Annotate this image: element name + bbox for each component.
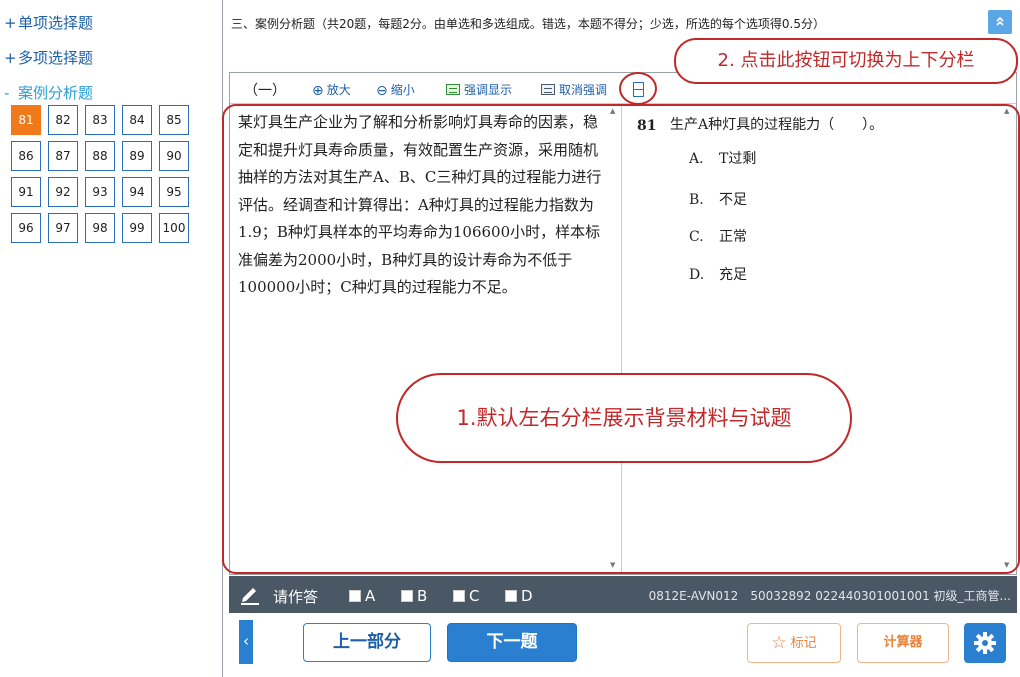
calculator-button[interactable]: 计算器 xyxy=(857,623,949,663)
pen-icon xyxy=(241,588,259,605)
question-number-button[interactable]: 94 xyxy=(122,177,152,207)
question-number-button[interactable]: 93 xyxy=(85,177,115,207)
section-instructions: 三、案例分析题（共20题，每题2分。由单选和多选组成。错选，本题不得分；少选，所… xyxy=(231,17,825,31)
question-number-button[interactable]: 87 xyxy=(48,141,78,171)
previous-section-button[interactable]: 上一部分 xyxy=(303,623,431,662)
question-number-button[interactable]: 99 xyxy=(122,213,152,243)
question-number-button[interactable]: 86 xyxy=(11,141,41,171)
question-number-button[interactable]: 81 xyxy=(11,105,41,135)
question-number-button[interactable]: 84 xyxy=(122,105,152,135)
default-layout-callout: 1.默认左右分栏展示背景材料与试题 xyxy=(396,373,852,463)
answer-checkbox-a[interactable]: A xyxy=(349,587,375,605)
group-label: （一） xyxy=(244,83,286,99)
chevron-left-icon[interactable]: ‹ xyxy=(239,620,253,664)
mark-button[interactable]: ☆ 标记 xyxy=(747,623,841,663)
next-question-button[interactable]: 下一题 xyxy=(447,623,577,662)
split-view-highlight-frame xyxy=(222,104,1020,574)
zoom-in-button[interactable]: ⊕ 放大 xyxy=(312,81,351,99)
unhighlight-button[interactable]: 取消强调 xyxy=(541,81,607,98)
question-number-button[interactable]: 83 xyxy=(85,105,115,135)
question-number-button[interactable]: 97 xyxy=(48,213,78,243)
question-number-button[interactable]: 85 xyxy=(159,105,189,135)
plus-circle-icon: ⊕ xyxy=(312,83,324,99)
question-number-button[interactable]: 100 xyxy=(159,213,189,243)
checkbox-icon xyxy=(349,590,361,602)
question-number-button[interactable]: 95 xyxy=(159,177,189,207)
checkbox-icon xyxy=(505,590,517,602)
answer-bar: 请作答 A B C D 0812E-AVN012 50032892 022440… xyxy=(229,576,1017,613)
question-number-button[interactable]: 92 xyxy=(48,177,78,207)
minus-circle-icon: ⊖ xyxy=(376,83,388,99)
checkbox-icon xyxy=(401,590,413,602)
answer-prompt: 请作答 xyxy=(273,588,319,606)
section-multiple-choice[interactable]: +多项选择题 xyxy=(4,47,93,68)
unhighlight-icon xyxy=(541,84,555,95)
double-chevron-up-icon[interactable] xyxy=(988,10,1012,34)
question-number-button[interactable]: 96 xyxy=(11,213,41,243)
highlight-icon xyxy=(446,84,460,95)
question-number-button[interactable]: 82 xyxy=(48,105,78,135)
question-number-button[interactable]: 91 xyxy=(11,177,41,207)
checkbox-icon xyxy=(453,590,465,602)
highlight-button[interactable]: 强调显示 xyxy=(446,81,512,98)
gear-icon[interactable] xyxy=(964,623,1006,663)
question-number-button[interactable]: 89 xyxy=(122,141,152,171)
answer-checkbox-c[interactable]: C xyxy=(453,587,479,605)
answer-checkbox-d[interactable]: D xyxy=(505,587,533,605)
zoom-out-button[interactable]: ⊖ 缩小 xyxy=(376,81,415,99)
exam-info: 0812E-AVN012 50032892 022440301001001 初级… xyxy=(648,589,1011,603)
answer-checkbox-b[interactable]: B xyxy=(401,587,427,605)
switch-layout-callout: 2. 点击此按钮可切换为上下分栏 xyxy=(674,38,1018,84)
question-number-button[interactable]: 88 xyxy=(85,141,115,171)
question-number-button[interactable]: 98 xyxy=(85,213,115,243)
star-icon: ☆ xyxy=(771,633,787,653)
section-single-choice[interactable]: +单项选择题 xyxy=(4,12,93,33)
toggle-button-highlight xyxy=(619,72,657,105)
question-navigator: +单项选择题 +多项选择题 - 案例分析题 81 82 83 84 85 86 87 88 89 9… xyxy=(0,0,222,677)
section-case-analysis[interactable]: - 案例分析题 xyxy=(4,82,93,103)
question-number-button[interactable]: 90 xyxy=(159,141,189,171)
